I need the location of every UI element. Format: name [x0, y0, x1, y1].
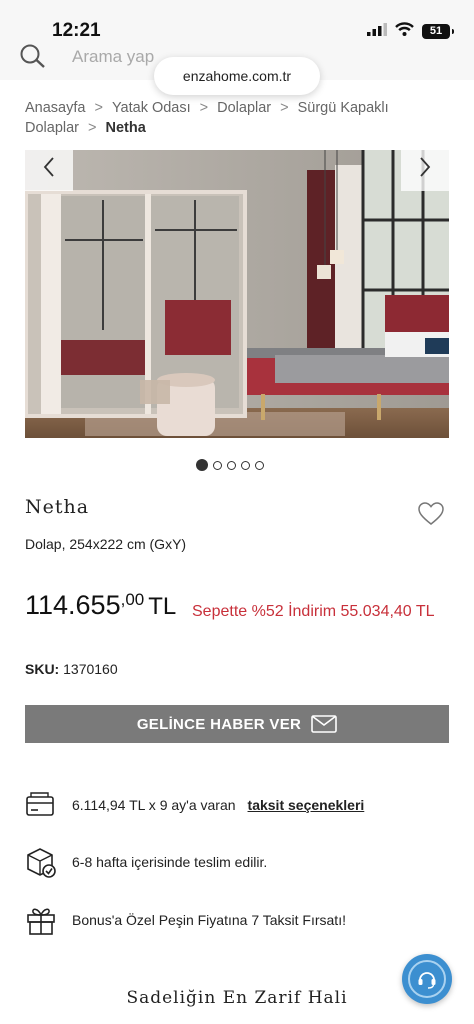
delivery-info: 6-8 hafta içerisinde teslim edilir.	[25, 846, 455, 878]
gallery-next-button[interactable]	[401, 143, 449, 191]
gallery-dot[interactable]	[255, 460, 264, 470]
breadcrumb-current: Netha	[105, 120, 146, 136]
browser-url-pill[interactable]: enzahome.com.tr	[154, 57, 320, 95]
product-description: Dolap, 254x222 cm (GxY)	[25, 536, 187, 552]
bonus-info: Bonus'a Özel Peşin Fiyatına 7 Taksit Fır…	[25, 904, 455, 936]
product-price: 114.655,00 TL	[25, 590, 176, 621]
section-tagline: Sadeliğin En Zarif Hali	[126, 988, 348, 1008]
delivery-box-icon	[25, 846, 57, 878]
chevron-right-icon	[420, 157, 431, 177]
price-integer: 114.655	[25, 590, 121, 620]
chevron-left-icon	[43, 157, 54, 177]
bonus-text: Bonus'a Özel Peşin Fiyatına 7 Taksit Fır…	[72, 912, 346, 928]
gallery-pagination	[196, 459, 264, 471]
status-icons: 51	[367, 22, 454, 41]
breadcrumb-separator-icon: >	[94, 100, 103, 116]
product-title: Netha	[25, 496, 90, 518]
installment-text: 6.114,94 TL x 9 ay'a varan	[72, 797, 236, 813]
breadcrumb-separator-icon: >	[280, 100, 289, 116]
notify-when-available-button[interactable]: GELİNCE HABER VER	[25, 705, 449, 743]
breadcrumb-separator-icon: >	[88, 120, 97, 136]
gift-icon	[25, 904, 57, 936]
gallery-dot[interactable]	[196, 459, 208, 471]
price-decimal: ,00	[120, 590, 145, 609]
sku-label: SKU:	[25, 661, 60, 677]
gallery-dot[interactable]	[213, 460, 222, 470]
sku-value: 1370160	[63, 661, 118, 677]
breadcrumb-separator-icon: >	[199, 100, 209, 116]
product-gallery[interactable]	[25, 150, 449, 438]
gallery-dot[interactable]	[241, 460, 250, 470]
breadcrumb-bedroom[interactable]: Yatak Odası	[112, 100, 191, 116]
breadcrumb: Anasayfa > Yatak Odası > Dolaplar > Sürgü Kapa…	[25, 98, 455, 138]
breadcrumb-home[interactable]: Anasayfa	[25, 100, 85, 116]
breadcrumb-wardrobes[interactable]: Dolaplar	[217, 100, 271, 116]
notify-button-label: GELİNCE HABER VER	[136, 715, 302, 733]
status-bar: 12:21 51	[0, 0, 474, 44]
price-currency: TL	[148, 593, 177, 620]
heart-icon[interactable]	[418, 502, 444, 531]
signal-icon	[367, 22, 387, 41]
gallery-dot[interactable]	[227, 460, 236, 470]
delivery-text: 6-8 hafta içerisinde teslim edilir.	[72, 854, 268, 870]
status-time: 12:21	[52, 20, 101, 41]
mail-icon	[311, 715, 337, 733]
sku: SKU: 1370160	[25, 661, 118, 677]
wifi-icon	[395, 22, 414, 41]
product-image	[25, 150, 449, 438]
search-icon[interactable]	[19, 44, 47, 75]
gallery-prev-button[interactable]	[25, 143, 73, 191]
basket-discount-text: Sepette %52 İndirim 55.034,40 TL	[192, 603, 435, 620]
installment-info: 6.114,94 TL x 9 ay'a varan taksit seçene…	[25, 789, 455, 821]
credit-card-icon	[25, 789, 57, 821]
battery-icon: 51	[422, 24, 454, 39]
installment-options-link[interactable]: taksit seçenekleri	[248, 797, 365, 813]
